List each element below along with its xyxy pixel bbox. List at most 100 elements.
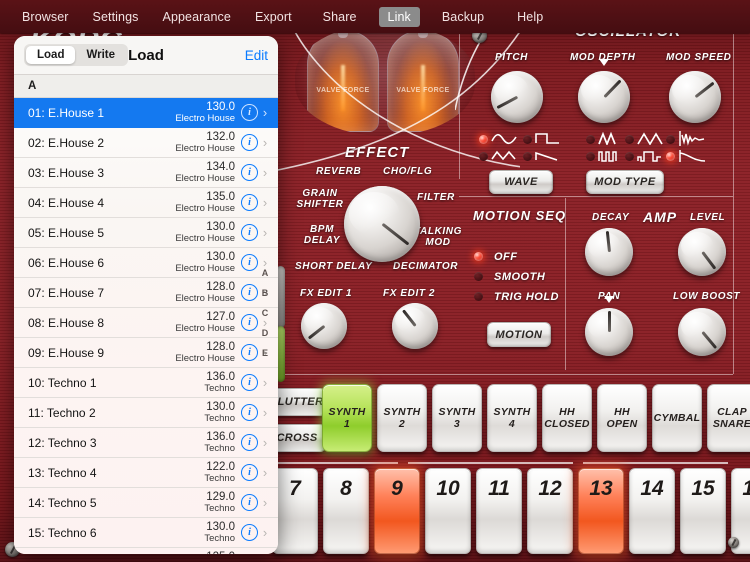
info-icon[interactable]: i bbox=[241, 314, 258, 331]
step-button-15[interactable]: 15 bbox=[680, 468, 726, 554]
instrument-pad-1[interactable]: SYNTH1 bbox=[322, 384, 372, 452]
table-row[interactable]: 04: E.House 4135.0Electro Housei› bbox=[14, 188, 278, 218]
chevron-right-icon[interactable]: › bbox=[258, 105, 272, 120]
motion-led-off[interactable] bbox=[474, 252, 483, 261]
info-icon[interactable]: i bbox=[241, 284, 258, 301]
step-button-12[interactable]: 12 bbox=[527, 468, 573, 554]
instrument-pad-4[interactable]: SYNTH4 bbox=[487, 384, 537, 452]
step-button-11[interactable]: 11 bbox=[476, 468, 522, 554]
mod-speed-knob[interactable] bbox=[669, 71, 721, 123]
table-row[interactable]: 06: E.House 6130.0Electro Housei› bbox=[14, 248, 278, 278]
modtype-led-noise[interactable] bbox=[666, 135, 675, 144]
menu-item-browser[interactable]: Browser bbox=[13, 7, 78, 27]
step-button-14[interactable]: 14 bbox=[629, 468, 675, 554]
motion-option-smooth[interactable]: SMOOTH bbox=[494, 271, 545, 283]
info-icon[interactable]: i bbox=[241, 344, 258, 361]
instrument-pad-7[interactable]: CYMBAL bbox=[652, 384, 702, 452]
chevron-right-icon[interactable]: › bbox=[258, 525, 272, 540]
table-row[interactable]: 13: Techno 4122.0Technoi› bbox=[14, 458, 278, 488]
step-button-8[interactable]: 8 bbox=[323, 468, 369, 554]
wave-button[interactable]: WAVE bbox=[489, 170, 553, 194]
modtype-led-pulse[interactable] bbox=[586, 152, 595, 161]
table-row[interactable]: 12: Techno 3136.0Technoi› bbox=[14, 428, 278, 458]
step-button-7[interactable]: 7 bbox=[272, 468, 318, 554]
index-letter[interactable]: C bbox=[262, 308, 269, 318]
table-row[interactable]: 11: Techno 2130.0Technoi› bbox=[14, 398, 278, 428]
fx-edit-2-knob[interactable] bbox=[392, 303, 438, 349]
chevron-right-icon[interactable]: › bbox=[258, 165, 272, 180]
motion-option-trig-hold[interactable]: TRIG HOLD bbox=[494, 291, 559, 303]
table-row[interactable]: 01: E.House 1130.0Electro Housei› bbox=[14, 98, 278, 128]
fx-edit-1-knob[interactable] bbox=[301, 303, 347, 349]
menu-item-export[interactable]: Export bbox=[246, 7, 301, 27]
menu-item-backup[interactable]: Backup bbox=[433, 7, 493, 27]
info-icon[interactable]: i bbox=[241, 164, 258, 181]
wave-led-sine[interactable] bbox=[479, 135, 488, 144]
info-icon[interactable]: i bbox=[241, 104, 258, 121]
menu-item-appearance[interactable]: Appearance bbox=[154, 7, 240, 27]
menu-item-link[interactable]: Link bbox=[379, 7, 420, 27]
segment-load[interactable]: Load bbox=[26, 46, 75, 64]
motion-led-trig-hold[interactable] bbox=[474, 292, 483, 301]
table-row[interactable]: 16: Techno 7125.0Technoi› bbox=[14, 548, 278, 554]
modtype-led-nn[interactable] bbox=[586, 135, 595, 144]
index-letter[interactable]: A bbox=[262, 268, 269, 278]
instrument-pad-6[interactable]: HHOPEN bbox=[597, 384, 647, 452]
table-row[interactable]: 15: Techno 6130.0Technoi› bbox=[14, 518, 278, 548]
chevron-right-icon[interactable]: › bbox=[258, 435, 272, 450]
chevron-right-icon[interactable]: › bbox=[258, 375, 272, 390]
modtype-led-step[interactable] bbox=[625, 152, 634, 161]
menu-item-share[interactable]: Share bbox=[314, 7, 366, 27]
table-row[interactable]: 09: E.House 9128.0Electro Housei› bbox=[14, 338, 278, 368]
info-icon[interactable]: i bbox=[241, 134, 258, 151]
pan-knob[interactable] bbox=[585, 308, 633, 356]
chevron-right-icon[interactable]: › bbox=[258, 405, 272, 420]
pitch-knob[interactable] bbox=[491, 71, 543, 123]
info-icon[interactable]: i bbox=[241, 464, 258, 481]
level-knob[interactable] bbox=[678, 228, 726, 276]
menu-item-settings[interactable]: Settings bbox=[84, 7, 148, 27]
motion-button[interactable]: MOTION bbox=[487, 322, 551, 347]
chevron-right-icon[interactable]: › bbox=[258, 225, 272, 240]
table-row[interactable]: 03: E.House 3134.0Electro Housei› bbox=[14, 158, 278, 188]
info-icon[interactable]: i bbox=[241, 194, 258, 211]
info-icon[interactable]: i bbox=[241, 494, 258, 511]
wave-led-square[interactable] bbox=[523, 135, 532, 144]
table-row[interactable]: 07: E.House 7128.0Electro Housei› bbox=[14, 278, 278, 308]
info-icon[interactable]: i bbox=[241, 254, 258, 271]
table-row[interactable]: 08: E.House 8127.0Electro Housei› bbox=[14, 308, 278, 338]
load-write-segmented-control[interactable]: Load Write bbox=[24, 44, 128, 66]
modtype-led-mm[interactable] bbox=[625, 135, 634, 144]
info-icon[interactable]: i bbox=[241, 374, 258, 391]
index-letter[interactable]: E bbox=[262, 348, 268, 358]
table-row[interactable]: 02: E.House 2132.0Electro Housei› bbox=[14, 128, 278, 158]
index-letter[interactable]: D bbox=[262, 328, 269, 338]
index-letter[interactable]: B bbox=[262, 288, 269, 298]
step-button-9[interactable]: 9 bbox=[374, 468, 420, 554]
preset-list[interactable]: 01: E.House 1130.0Electro Housei›02: E.H… bbox=[14, 98, 278, 554]
step-button-13[interactable]: 13 bbox=[578, 468, 624, 554]
motion-option-off[interactable]: OFF bbox=[494, 251, 518, 263]
info-icon[interactable]: i bbox=[241, 404, 258, 421]
chevron-right-icon[interactable]: › bbox=[258, 135, 272, 150]
chevron-right-icon[interactable]: › bbox=[258, 495, 272, 510]
mod-type-button[interactable]: MOD TYPE bbox=[586, 170, 664, 194]
decay-knob[interactable] bbox=[585, 228, 633, 276]
wave-led-triangle[interactable] bbox=[479, 152, 488, 161]
table-row[interactable]: 05: E.House 5130.0Electro Housei› bbox=[14, 218, 278, 248]
chevron-right-icon[interactable]: › bbox=[258, 195, 272, 210]
modtype-led-decay[interactable] bbox=[666, 152, 675, 161]
instrument-pad-8[interactable]: CLAPSNARE bbox=[707, 384, 750, 452]
instrument-pad-5[interactable]: HHCLOSED bbox=[542, 384, 592, 452]
info-icon[interactable]: i bbox=[241, 434, 258, 451]
instrument-pad-3[interactable]: SYNTH3 bbox=[432, 384, 482, 452]
alphabet-index[interactable]: ABCDE bbox=[258, 268, 272, 358]
mod-depth-knob[interactable] bbox=[578, 71, 630, 123]
table-row[interactable]: 14: Techno 5129.0Technoi› bbox=[14, 488, 278, 518]
info-icon[interactable]: i bbox=[241, 224, 258, 241]
menu-item-help[interactable]: Help bbox=[508, 7, 552, 27]
effect-selector-knob[interactable] bbox=[344, 186, 420, 262]
instrument-pad-2[interactable]: SYNTH2 bbox=[377, 384, 427, 452]
step-button-10[interactable]: 10 bbox=[425, 468, 471, 554]
table-row[interactable]: 10: Techno 1136.0Technoi› bbox=[14, 368, 278, 398]
